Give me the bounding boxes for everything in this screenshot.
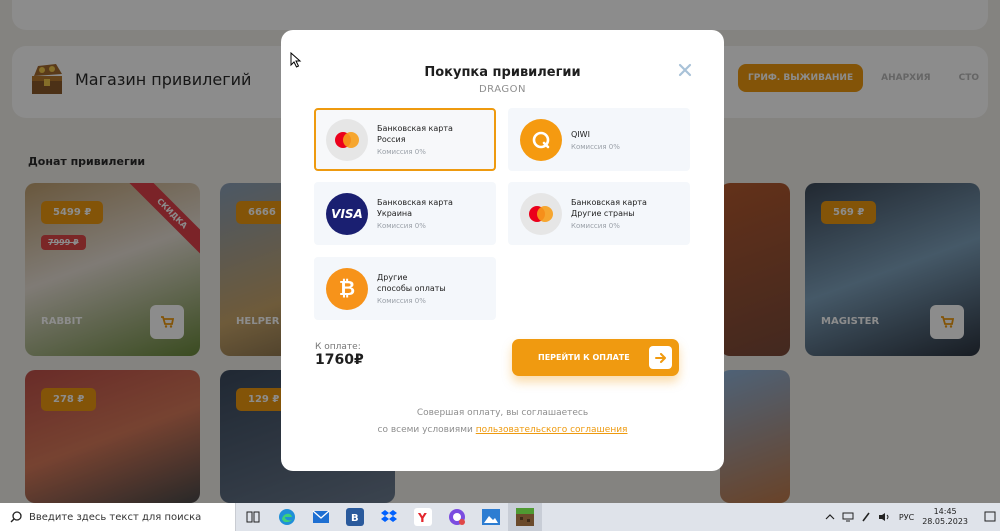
network-icon[interactable] (839, 503, 857, 531)
task-view-icon[interactable] (236, 503, 270, 531)
payment-option-qiwi[interactable]: QIWI Комиссия 0% (508, 108, 690, 171)
payment-option-fee: Комиссия 0% (571, 142, 620, 151)
svg-text:Y: Y (417, 511, 427, 525)
yandex-browser-icon[interactable]: Y (406, 503, 440, 531)
dropbox-icon[interactable] (372, 503, 406, 531)
proceed-to-payment-button[interactable]: ПЕРЕЙТИ К ОПЛАТЕ (512, 339, 679, 376)
mastercard-icon (326, 118, 368, 161)
taskbar-search[interactable]: Введите здесь текст для поиска (0, 503, 236, 531)
vk-icon[interactable]: B (338, 503, 372, 531)
agreement-text: Совершая оплату, вы соглашаетесь со всем… (281, 405, 724, 439)
payment-option-fee: Комиссия 0% (377, 297, 426, 305)
bitcoin-icon: ₿ (326, 267, 368, 310)
payment-option-card-other[interactable]: Банковская карта Другие страны Комиссия … (508, 182, 690, 245)
payment-option-fee: Комиссия 0% (377, 148, 426, 156)
payment-option-label: Россия (377, 135, 406, 144)
minecraft-icon[interactable] (508, 503, 542, 531)
payment-option-fee: Комиссия 0% (377, 222, 426, 230)
payment-option-label: Банковская карта (377, 198, 453, 207)
privilege-name: DRAGON (478, 84, 526, 95)
arrow-right-icon (649, 346, 672, 369)
photos-icon[interactable] (474, 503, 508, 531)
payment-option-label: QIWI (571, 129, 590, 139)
messenger-icon[interactable] (440, 503, 474, 531)
mastercard-icon (520, 192, 562, 235)
payment-option-card-russia[interactable]: Банковская карта Россия Комиссия 0% (314, 108, 496, 171)
payment-option-label: Украина (377, 209, 413, 218)
notification-icon[interactable] (980, 503, 1000, 531)
mail-icon[interactable] (304, 503, 338, 531)
svg-text:B: B (351, 513, 359, 524)
payment-option-card-ukraine[interactable]: VISA Банковская карта Украина Комиссия 0… (314, 182, 496, 245)
edge-icon[interactable] (270, 503, 304, 531)
payment-option-label: Банковская карта (377, 124, 453, 133)
qiwi-icon (520, 118, 562, 161)
payment-option-label: Банковская карта (571, 198, 647, 207)
agreement-line-2: со всеми условиями пользовательского сог… (281, 422, 724, 439)
windows-taskbar: Введите здесь текст для поиска B Y РУС 1… (0, 503, 1000, 531)
volume-icon[interactable] (875, 503, 893, 531)
clock-date: 28.05.2023 (922, 517, 968, 526)
pay-button-label: ПЕРЕЙТИ К ОПЛАТЕ (538, 353, 630, 362)
mouse-cursor-icon (290, 52, 302, 68)
search-icon (10, 511, 22, 523)
language-indicator[interactable]: РУС (899, 513, 914, 522)
payment-option-label: способы оплаты (377, 284, 446, 293)
agreement-line-1: Совершая оплату, вы соглашаетесь (416, 408, 589, 418)
agreement-prefix: со всеми условиями (377, 425, 476, 435)
purchase-modal: Покупка привилегии DRAGON Банковская кар… (281, 30, 724, 471)
total-label: К оплате: (315, 342, 361, 352)
clock-time: 14:45 (933, 507, 957, 516)
clock[interactable]: 14:45 28.05.2023 (922, 507, 968, 527)
payment-option-label: Другие страны (571, 209, 635, 218)
search-placeholder: Введите здесь текст для поиска (29, 511, 202, 523)
payment-option-fee: Комиссия 0% (571, 222, 620, 230)
user-agreement-link[interactable]: пользовательского соглашения (476, 425, 628, 435)
visa-icon: VISA (326, 192, 368, 235)
pen-icon[interactable] (857, 503, 875, 531)
chevron-up-icon[interactable] (821, 503, 839, 531)
total-value: 1760₽ (315, 352, 364, 368)
payment-option-label: Другие (377, 273, 408, 282)
modal-title: Покупка привилегии (424, 65, 581, 80)
system-tray: РУС 14:45 28.05.2023 (821, 503, 1000, 531)
payment-option-other[interactable]: ₿ Другие способы оплаты Комиссия 0% (314, 257, 496, 320)
close-icon[interactable] (677, 62, 693, 78)
